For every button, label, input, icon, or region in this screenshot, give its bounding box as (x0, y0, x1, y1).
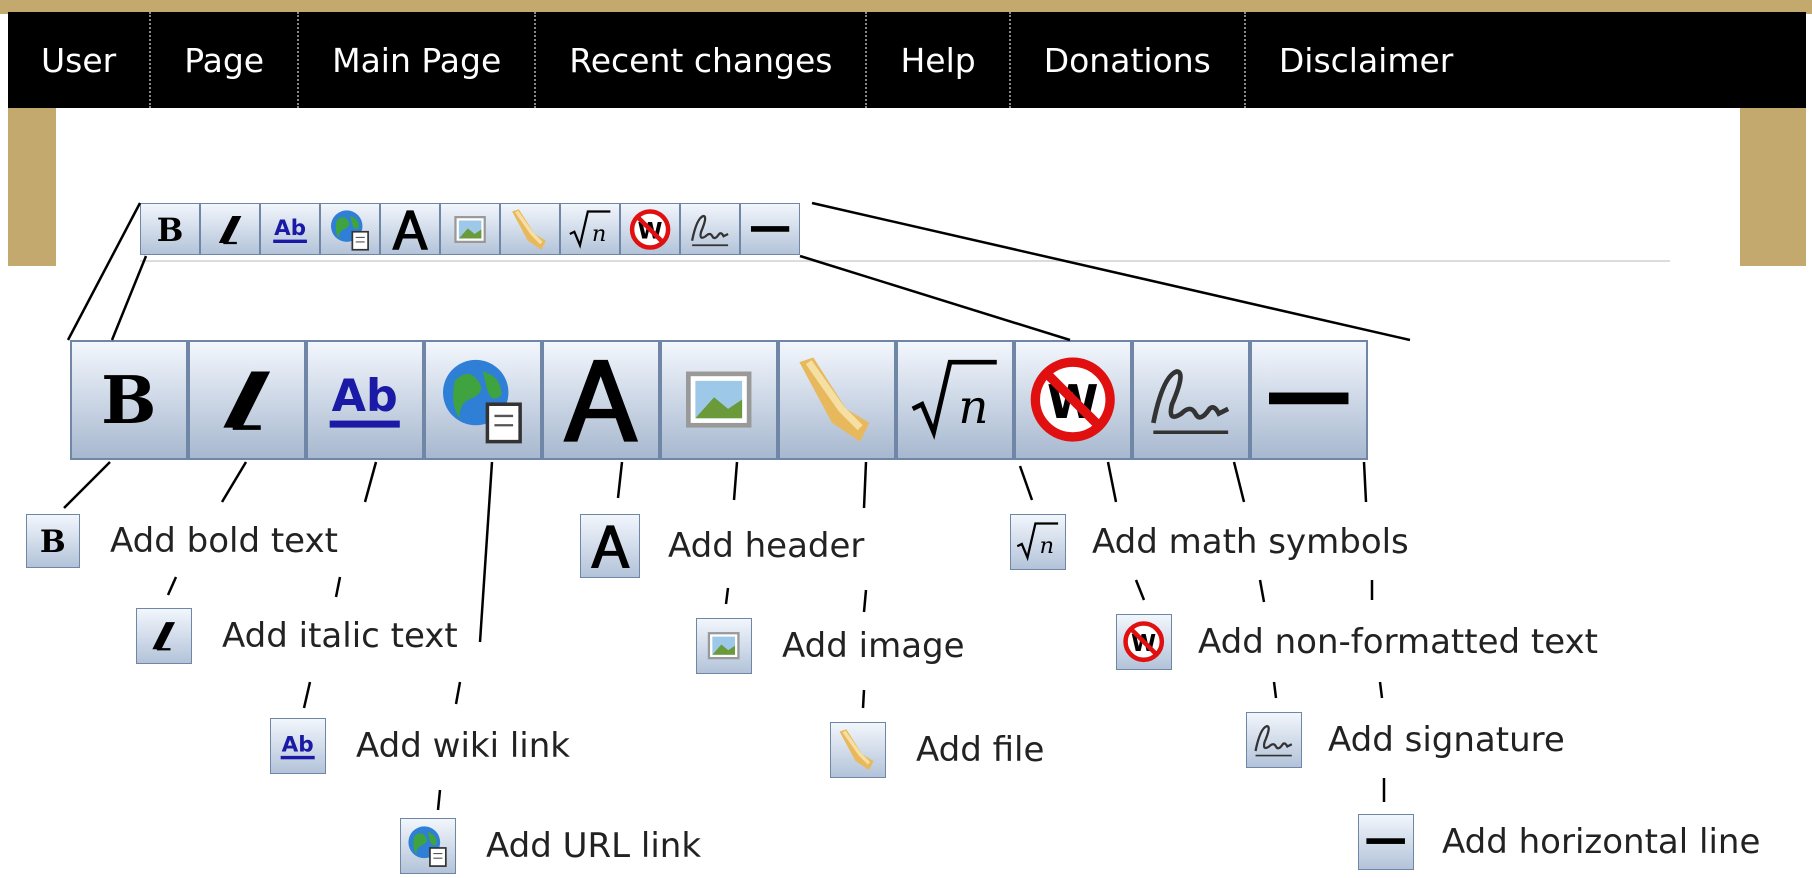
legend-horizontal-line: Add horizontal line (1358, 814, 1760, 870)
enlarged-editing-toolbar (70, 340, 1368, 460)
nav-item-user[interactable]: User (8, 12, 152, 108)
legend-header-label: Add header (668, 526, 865, 566)
nowiki-icon (1026, 352, 1119, 447)
legend-italic: Add italic text (136, 608, 458, 664)
file-icon (830, 722, 886, 778)
nav-item-disclaimer[interactable]: Disclaimer (1246, 12, 1487, 108)
legend-header: Add header (580, 514, 864, 578)
legend-math-label: Add math symbols (1092, 522, 1409, 562)
legend-math: Add math symbols (1010, 514, 1409, 570)
legend-file-label: Add file (916, 730, 1045, 770)
frame-right (1740, 100, 1806, 266)
math-icon (908, 352, 1001, 447)
small-wiki-link-button[interactable] (260, 203, 320, 255)
signature-icon (1246, 712, 1302, 768)
header-icon (580, 514, 640, 578)
header-button[interactable] (542, 340, 660, 460)
wiki-link-icon (318, 352, 411, 447)
bold-icon (26, 514, 80, 568)
top-navigation-bar: User Page Main Page Recent changes Help … (8, 12, 1806, 108)
math-icon (1010, 514, 1066, 570)
edit-area-border (140, 260, 1670, 262)
legend-bold-label: Add bold text (110, 521, 338, 561)
italic-icon (136, 608, 192, 664)
bold-button[interactable] (70, 340, 188, 460)
url-link-icon (324, 207, 376, 252)
math-icon (564, 207, 616, 252)
horizontal-line-icon (1358, 814, 1414, 870)
header-icon (554, 352, 647, 447)
wiki-link-icon (264, 207, 316, 252)
small-math-button[interactable] (560, 203, 620, 255)
horizontal-line-button[interactable] (1250, 340, 1368, 460)
legend-signature-label: Add signature (1328, 720, 1565, 760)
nav-item-recent-changes[interactable]: Recent changes (536, 12, 868, 108)
legend-signature: Add signature (1246, 712, 1565, 768)
legend-image-label: Add image (782, 626, 965, 666)
nav-item-main-page[interactable]: Main Page (299, 12, 537, 108)
italic-icon (200, 352, 293, 447)
wiki-link-icon (270, 718, 326, 774)
small-bold-button[interactable] (140, 203, 200, 255)
nowiki-icon (624, 207, 676, 252)
small-editing-toolbar (140, 203, 800, 255)
legend-image: Add image (696, 618, 965, 674)
italic-button[interactable] (188, 340, 306, 460)
nowiki-button[interactable] (1014, 340, 1132, 460)
frame-left (8, 100, 56, 266)
legend-nowiki: Add non-formatted text (1116, 614, 1598, 670)
header-icon (384, 207, 436, 252)
nav-item-page[interactable]: Page (151, 12, 300, 108)
small-header-button[interactable] (380, 203, 440, 255)
image-button[interactable] (660, 340, 778, 460)
nowiki-icon (1116, 614, 1172, 670)
nav-item-donations[interactable]: Donations (1011, 12, 1246, 108)
legend-url-link: Add URL link (400, 818, 701, 874)
legend-horizontal-line-label: Add horizontal line (1442, 822, 1761, 862)
image-icon (672, 352, 765, 447)
legend-wiki-link: Add wiki link (270, 718, 570, 774)
url-link-icon (400, 818, 456, 874)
horizontal-line-icon (1262, 352, 1355, 447)
legend-url-link-label: Add URL link (486, 826, 702, 866)
small-nowiki-button[interactable] (620, 203, 680, 255)
file-icon (504, 207, 556, 252)
nav-item-help[interactable]: Help (867, 12, 1011, 108)
legend-italic-label: Add italic text (222, 616, 458, 656)
signature-button[interactable] (1132, 340, 1250, 460)
small-italic-button[interactable] (200, 203, 260, 255)
horizontal-line-icon (744, 207, 796, 252)
image-icon (696, 618, 752, 674)
legend-wiki-link-label: Add wiki link (356, 726, 570, 766)
small-url-link-button[interactable] (320, 203, 380, 255)
small-signature-button[interactable] (680, 203, 740, 255)
legend-nowiki-label: Add non-formatted text (1198, 622, 1598, 662)
url-link-button[interactable] (424, 340, 542, 460)
signature-icon (1144, 352, 1237, 447)
wiki-link-button[interactable] (306, 340, 424, 460)
legend-file: Add file (830, 722, 1044, 778)
signature-icon (684, 207, 736, 252)
file-button[interactable] (778, 340, 896, 460)
bold-icon (144, 207, 196, 252)
math-button[interactable] (896, 340, 1014, 460)
url-link-icon (436, 352, 529, 447)
legend-bold: Add bold text (26, 514, 338, 568)
small-file-button[interactable] (500, 203, 560, 255)
file-icon (790, 352, 883, 447)
small-image-button[interactable] (440, 203, 500, 255)
bold-icon (82, 352, 175, 447)
small-horizontal-line-button[interactable] (740, 203, 800, 255)
image-icon (444, 207, 496, 252)
italic-icon (204, 207, 256, 252)
